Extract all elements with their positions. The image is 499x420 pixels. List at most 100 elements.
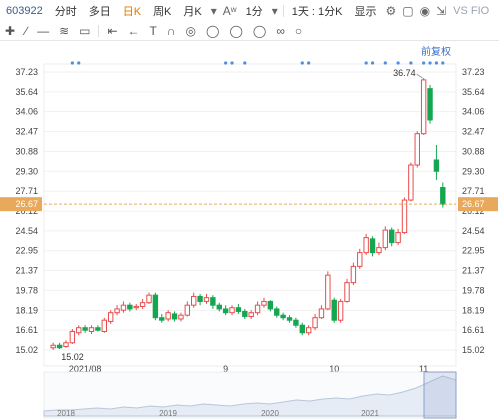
clear-icon[interactable]: ◯ (224, 24, 247, 38)
candle-up (133, 305, 139, 309)
y-tick-label-left: 22.95 (15, 246, 38, 256)
chevron-down-icon[interactable]: ▾ (269, 4, 281, 18)
candle-up (420, 79, 427, 135)
event-marker (77, 61, 81, 65)
y-tick-label-left: 18.19 (15, 305, 38, 315)
candle-up (254, 304, 261, 314)
more-icon[interactable]: ○ (290, 24, 307, 38)
expand-icon[interactable]: ⇲ (433, 4, 449, 18)
divider (282, 5, 284, 17)
event-marker (428, 61, 432, 65)
event-marker (396, 61, 400, 65)
font-size-icon[interactable]: Aʷ (220, 4, 240, 18)
y-tick-label-left: 35.64 (15, 87, 38, 97)
settings-icon[interactable]: ⚙ (382, 4, 399, 18)
interval-select[interactable]: 1分 (240, 3, 269, 19)
tab-daily-k[interactable]: 日K (117, 3, 147, 19)
y-tick-label-right: 24.54 (462, 226, 485, 236)
time-navigator[interactable]: 2018 2019 2020 2021 (0, 370, 499, 420)
y-tick-label-right: 35.64 (462, 87, 485, 97)
y-tick-label-right: 27.71 (462, 186, 485, 196)
candle-down (293, 319, 299, 326)
ray-icon[interactable]: ⇤ (102, 24, 122, 38)
range-select[interactable]: 1天 : 1分K (286, 3, 349, 19)
navigator-window (423, 371, 457, 419)
polyline-icon[interactable]: ≋ (54, 24, 74, 38)
fullscreen-icon[interactable]: ▢ (399, 4, 416, 18)
candlestick-chart[interactable]: 37.23 37.23 35.64 35.64 34.06 34.06 32.47 32.47… (0, 40, 499, 380)
candle-up (414, 133, 420, 166)
eraser-icon[interactable]: ◎ (181, 24, 201, 38)
candle-down (210, 297, 216, 306)
divider (98, 25, 100, 37)
event-marker (370, 61, 375, 65)
current-price-label-right: 26.67 (462, 199, 485, 209)
visibility-icon[interactable]: ◯ (248, 24, 271, 38)
tab-weekly-k[interactable]: 周K (147, 3, 177, 19)
candle-up (50, 344, 56, 349)
y-tick-label-right: 30.88 (462, 146, 485, 156)
y-tick-label-left: 32.47 (15, 127, 38, 137)
y-tick-label-left: 16.61 (15, 325, 38, 335)
candle-down (286, 317, 293, 321)
candle-down (267, 300, 274, 310)
candle-down (427, 88, 433, 121)
candle-down (171, 313, 178, 320)
y-tick-label-left: 37.23 (15, 67, 38, 77)
candle-down (222, 308, 229, 314)
y-tick-label-right: 34.06 (462, 107, 485, 117)
camera-icon[interactable]: ◉ (417, 4, 433, 18)
candle-up (69, 330, 76, 344)
y-tick-label-left: 15.02 (15, 345, 38, 355)
high-price-pointer (416, 73, 423, 79)
arrow-left-icon[interactable]: ← (123, 24, 145, 38)
lock-icon[interactable]: ◯ (201, 24, 224, 38)
event-marker (307, 61, 311, 65)
candle-up (382, 229, 389, 249)
y-tick-label-left: 24.54 (15, 226, 38, 236)
y-tick-label-left: 30.88 (15, 146, 38, 156)
candle-down (242, 310, 248, 317)
crosshair-icon[interactable]: ✚ (0, 24, 20, 38)
candle-up (178, 314, 184, 320)
event-marker (441, 61, 445, 65)
candle-down (280, 314, 286, 319)
tab-multiday[interactable]: 多日 (83, 3, 117, 19)
horizontal-line-icon[interactable]: — (32, 24, 54, 38)
candle-down (299, 324, 305, 334)
arc-icon[interactable]: ∩ (162, 24, 181, 38)
candle-up (350, 265, 357, 284)
event-marker (300, 61, 304, 65)
y-tick-label-left: 21.37 (15, 266, 38, 276)
y-tick-label-left: 27.71 (15, 186, 38, 196)
event-marker (70, 61, 74, 65)
candle-up (305, 327, 312, 334)
navigator-year-label: 2020 (261, 409, 279, 418)
candle-up (101, 319, 107, 332)
current-price-label-left: 26.67 (15, 199, 38, 209)
y-tick-label-left: 34.06 (15, 107, 38, 117)
y-tick-label-left: 19.78 (15, 285, 38, 295)
y-tick-label-right: 16.61 (462, 325, 485, 335)
event-marker (409, 61, 413, 65)
rectangle-icon[interactable]: ▭ (74, 24, 95, 38)
candle-down (95, 327, 101, 331)
candle-up (63, 342, 69, 347)
candle-down (159, 317, 165, 321)
candle-down (235, 307, 242, 312)
tab-intraday[interactable]: 分时 (49, 3, 83, 19)
candle-up (395, 232, 401, 244)
compare-button[interactable]: VS FIO (449, 5, 493, 17)
text-icon[interactable]: T (145, 24, 162, 38)
chevron-down-icon[interactable]: ▾ (208, 4, 220, 18)
candle-up (184, 304, 191, 316)
display-menu[interactable]: 显示 (348, 3, 382, 19)
tab-monthly-k[interactable]: 月K (177, 3, 207, 19)
candle-up (229, 307, 235, 314)
link-icon[interactable]: ∞ (271, 24, 290, 38)
trend-line-icon[interactable]: ∕ (20, 24, 32, 38)
candle-up (88, 327, 95, 332)
candle-up (191, 295, 197, 306)
candle-up (146, 294, 152, 304)
candle-down (433, 159, 440, 172)
